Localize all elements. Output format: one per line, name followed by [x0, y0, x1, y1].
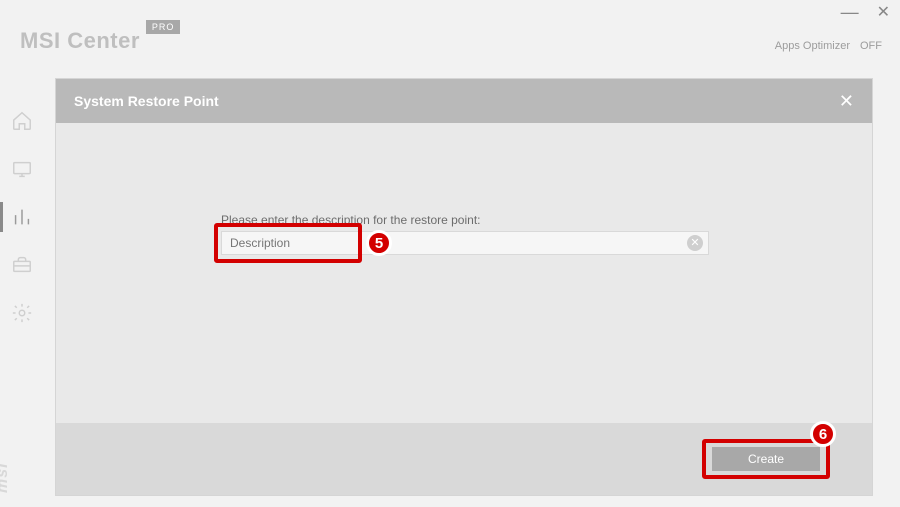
description-input[interactable] [221, 231, 709, 255]
restore-point-dialog: System Restore Point ✕ Please enter the … [55, 78, 873, 496]
dialog-header: System Restore Point ✕ [56, 79, 872, 123]
create-button[interactable]: Create [712, 447, 820, 471]
apps-optimizer-label: Apps Optimizer [775, 40, 850, 52]
annotation-callout-6: 6 [810, 421, 836, 447]
apps-optimizer-toggle[interactable]: OFF [860, 40, 882, 52]
nav-stats-icon[interactable] [11, 206, 33, 228]
brand-text: MSI Center [20, 28, 140, 54]
nav-home-icon[interactable] [11, 110, 33, 132]
window-close-button[interactable]: ✕ [877, 2, 890, 22]
app-brand: MSI Center PRO [20, 28, 180, 54]
pro-badge: PRO [146, 20, 181, 34]
clear-input-icon[interactable]: ✕ [687, 235, 703, 251]
nav-settings-icon[interactable] [11, 302, 33, 324]
nav-toolbox-icon[interactable] [11, 254, 33, 276]
nav-monitor-icon[interactable] [11, 158, 33, 180]
window-minimize-button[interactable]: — [841, 7, 859, 17]
dialog-close-icon[interactable]: ✕ [839, 91, 854, 112]
dialog-footer: Create 6 [56, 423, 872, 495]
description-prompt: Please enter the description for the res… [221, 213, 480, 227]
side-nav [0, 110, 44, 324]
dialog-title: System Restore Point [74, 93, 219, 109]
msi-logo: msi [0, 462, 12, 493]
